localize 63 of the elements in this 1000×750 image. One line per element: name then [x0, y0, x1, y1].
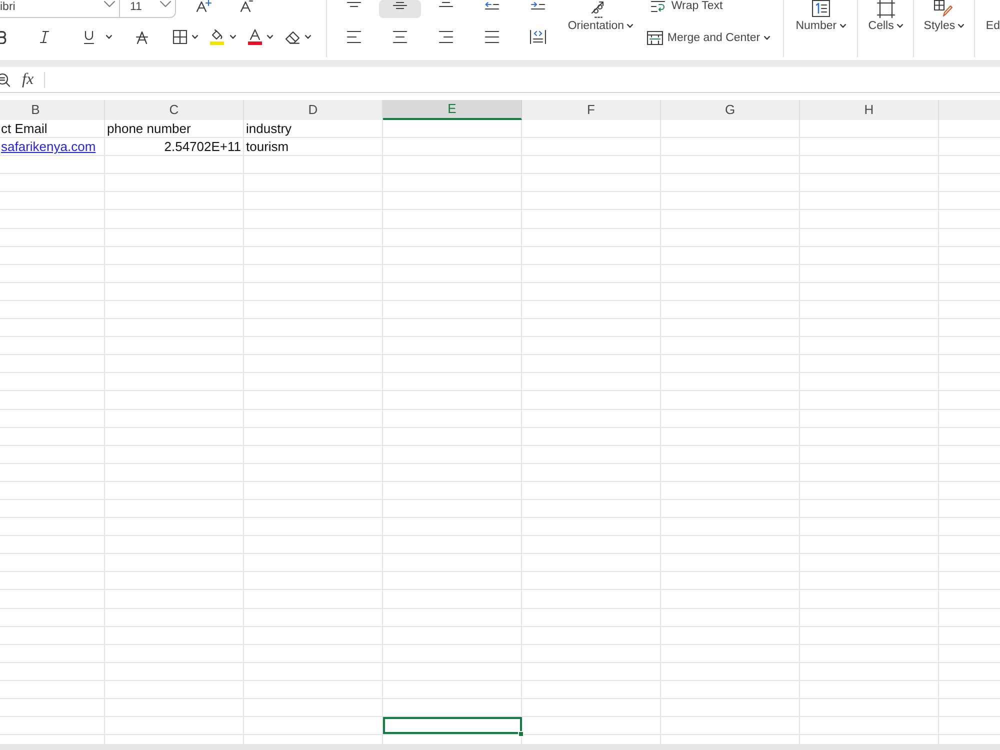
styles-icon[interactable] — [934, 0, 954, 17]
selected-cell[interactable] — [383, 717, 522, 734]
column-header[interactable]: G — [661, 100, 800, 120]
align-top-icon[interactable] — [346, 2, 361, 7]
eraser-icon[interactable] — [284, 30, 300, 44]
caret-icon[interactable] — [896, 24, 903, 28]
wrap-text-icon[interactable] — [651, 0, 666, 12]
chevron-down-icon[interactable] — [160, 1, 171, 7]
caret-icon[interactable] — [230, 35, 236, 39]
column-header[interactable]: C — [105, 100, 244, 120]
fill-color-icon[interactable] — [210, 29, 224, 45]
ribbon-group-button[interactable]: Number — [796, 19, 846, 33]
align-middle-icon[interactable] — [392, 2, 407, 9]
table-cell: ct Email — [0, 120, 105, 138]
caret-icon[interactable] — [840, 24, 846, 28]
ribbon-group-button[interactable]: Styles — [924, 19, 964, 33]
increase-indent-icon[interactable] — [530, 2, 545, 10]
bold-icon[interactable] — [0, 30, 7, 44]
merge-and-center-button[interactable]: Merge and Center — [645, 31, 760, 45]
increase-font-size-icon[interactable] — [196, 0, 212, 12]
chevron-down-icon[interactable] — [104, 1, 115, 7]
align-right-icon[interactable] — [438, 31, 453, 43]
hyperlink[interactable]: safarikenya.com — [1, 139, 96, 154]
column-header[interactable]: H — [800, 100, 939, 120]
caret-icon[interactable] — [305, 35, 311, 39]
font-name-field[interactable]: ibri — [0, 0, 120, 18]
justify-icon[interactable] — [484, 31, 499, 43]
table-cell: tourism — [244, 138, 383, 156]
zoom-icon[interactable] — [0, 72, 11, 86]
align-center-icon[interactable] — [392, 31, 407, 43]
borders-icon[interactable] — [173, 30, 187, 44]
distributed-align-icon[interactable] — [530, 30, 546, 44]
wrap-text-button[interactable]: Wrap Text — [645, 0, 784, 12]
caret-icon[interactable] — [764, 36, 770, 40]
strikethrough-icon[interactable] — [136, 30, 148, 44]
decrease-indent-icon[interactable] — [484, 2, 499, 10]
orientation-button[interactable]: Orientation — [568, 19, 634, 33]
caret-icon[interactable] — [192, 35, 198, 39]
table-cell: industry — [244, 120, 383, 138]
align-left-icon[interactable] — [346, 31, 361, 43]
table-cell: 2.54702E+11 — [105, 138, 244, 156]
insert-function-button[interactable]: fx — [22, 72, 34, 88]
fill-handle[interactable] — [518, 731, 524, 738]
number-format-icon[interactable] — [812, 0, 830, 17]
font-color-icon[interactable] — [248, 29, 262, 45]
ribbon-group-button[interactable]: Ed — [986, 19, 1000, 33]
caret-icon[interactable] — [958, 24, 964, 28]
align-bottom-icon[interactable] — [438, 2, 453, 7]
column-header[interactable]: B — [0, 100, 105, 120]
italic-icon[interactable] — [40, 31, 48, 43]
underline-icon[interactable] — [84, 30, 94, 44]
align-middle-button[interactable] — [378, 0, 421, 18]
ribbon-group-button[interactable]: Cells — [868, 19, 903, 33]
caret-icon[interactable] — [106, 35, 112, 39]
cells-icon[interactable] — [876, 0, 895, 18]
table-cell: phone number — [105, 120, 244, 138]
column-header[interactable]: E — [383, 100, 522, 120]
font-size-field[interactable]: 11 — [120, 0, 176, 18]
caret-icon[interactable] — [627, 24, 634, 28]
column-header[interactable]: F — [522, 100, 661, 120]
decrease-font-size-icon[interactable] — [240, 0, 253, 12]
caret-icon[interactable] — [267, 35, 273, 39]
merge-cells-icon[interactable] — [647, 31, 664, 45]
